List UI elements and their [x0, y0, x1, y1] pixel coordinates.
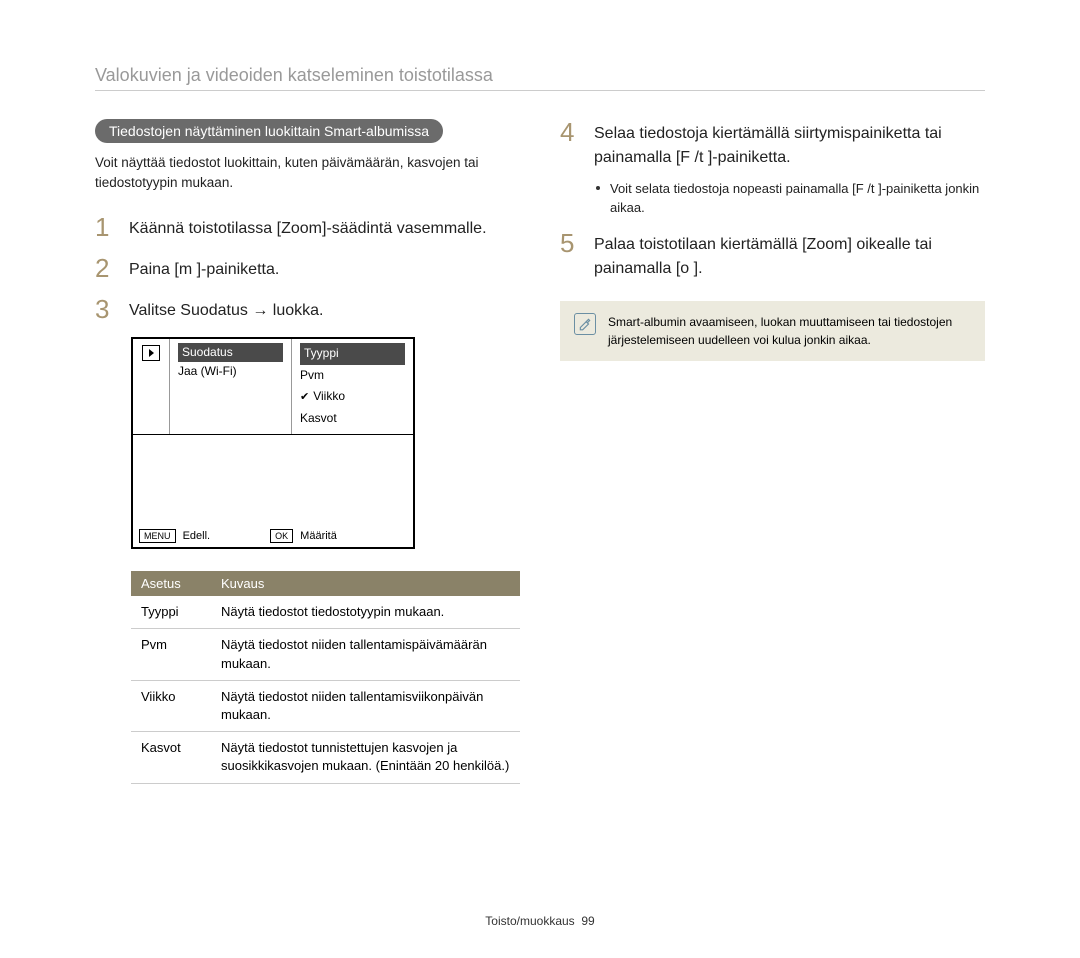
- menu-button-icon: MENU: [139, 529, 176, 544]
- step-number: 4: [560, 119, 580, 145]
- step-number: 5: [560, 230, 580, 256]
- ok-button-label: Määritä: [300, 530, 337, 542]
- table-cell: Näytä tiedostot niiden tallentamisviikon…: [211, 680, 520, 731]
- note-icon: [574, 313, 596, 335]
- menu-right-active: Tyyppi: [300, 343, 405, 365]
- step-2: 2 Paina [m ]-painiketta.: [95, 255, 520, 282]
- left-column: Tiedostojen näyttäminen luokittain Smart…: [95, 119, 520, 784]
- note-text: Smart-albumin avaamiseen, luokan muuttam…: [608, 313, 971, 349]
- step-5: 5 Palaa toistotilaan kiertämällä [Zoom] …: [560, 230, 985, 281]
- note-box: Smart-albumin avaamiseen, luokan muuttam…: [560, 301, 985, 361]
- menu-right-item: Pvm: [300, 368, 324, 382]
- step-text: Selaa tiedostoja kiertämällä siirtymispa…: [594, 119, 985, 170]
- menu-button-label: Edell.: [183, 530, 211, 542]
- table-cell: Kasvot: [131, 732, 211, 783]
- menu-right-item: Kasvot: [300, 411, 337, 425]
- screen-footer-right: OK Määritä: [270, 529, 337, 544]
- step-number: 2: [95, 255, 115, 281]
- play-icon: [142, 345, 160, 361]
- screen-footer-left: MENU Edell.: [139, 529, 210, 544]
- section-pill: Tiedostojen näyttäminen luokittain Smart…: [95, 119, 443, 143]
- table-header-asetus: Asetus: [131, 571, 211, 596]
- table-row: Tyyppi Näytä tiedostot tiedostotyypin mu…: [131, 596, 520, 629]
- step-3: 3 Valitse Suodatus → luokka.: [95, 296, 520, 323]
- menu-right-item-checked: Viikko: [300, 389, 345, 403]
- bullet-text: Voit selata tiedostoja nopeasti painamal…: [610, 180, 985, 218]
- ok-button-icon: OK: [270, 529, 293, 544]
- step-number: 3: [95, 296, 115, 322]
- table-cell: Näytä tiedostot tunnistettujen kasvojen …: [211, 732, 520, 783]
- footer-section: Toisto/muokkaus: [485, 914, 574, 928]
- table-cell: Tyyppi: [131, 596, 211, 629]
- step-text: Paina [m ]-painiketta.: [129, 255, 279, 282]
- bullet-dot-icon: [596, 186, 600, 190]
- table-cell: Näytä tiedostot tiedostotyypin mukaan.: [211, 596, 520, 629]
- table-cell: Näytä tiedostot niiden tallentamispäiväm…: [211, 629, 520, 680]
- table-cell: Pvm: [131, 629, 211, 680]
- footer-page-number: 99: [581, 914, 594, 928]
- menu-left-active: Suodatus: [178, 343, 283, 362]
- step-text: Valitse Suodatus → luokka.: [129, 296, 323, 323]
- step-number: 1: [95, 214, 115, 240]
- options-table: Asetus Kuvaus Tyyppi Näytä tiedostot tie…: [131, 571, 520, 783]
- step-4-bullet: Voit selata tiedostoja nopeasti painamal…: [596, 180, 985, 218]
- table-row: Viikko Näytä tiedostot niiden tallentami…: [131, 680, 520, 731]
- page-header-title: Valokuvien ja videoiden katseleminen toi…: [95, 65, 985, 86]
- step-text: Palaa toistotilaan kiertämällä [Zoom] oi…: [594, 230, 985, 281]
- right-column: 4 Selaa tiedostoja kiertämällä siirtymis…: [560, 119, 985, 784]
- menu-left-item: Jaa (Wi-Fi): [178, 364, 237, 378]
- page-footer: Toisto/muokkaus 99: [95, 914, 985, 928]
- camera-screen-mock: Suodatus Jaa (Wi-Fi) Tyyppi Pvm Viikko K…: [131, 337, 415, 549]
- table-cell: Viikko: [131, 680, 211, 731]
- step-text: Käännä toistotilassa [Zoom]-säädintä vas…: [129, 214, 487, 241]
- table-row: Kasvot Näytä tiedostot tunnistettujen ka…: [131, 732, 520, 783]
- intro-text: Voit näyttää tiedostot luokittain, kuten…: [95, 153, 520, 192]
- step-1: 1 Käännä toistotilassa [Zoom]-säädintä v…: [95, 214, 520, 241]
- table-header-kuvaus: Kuvaus: [211, 571, 520, 596]
- step-4: 4 Selaa tiedostoja kiertämällä siirtymis…: [560, 119, 985, 170]
- table-row: Pvm Näytä tiedostot niiden tallentamispä…: [131, 629, 520, 680]
- header-divider: [95, 90, 985, 91]
